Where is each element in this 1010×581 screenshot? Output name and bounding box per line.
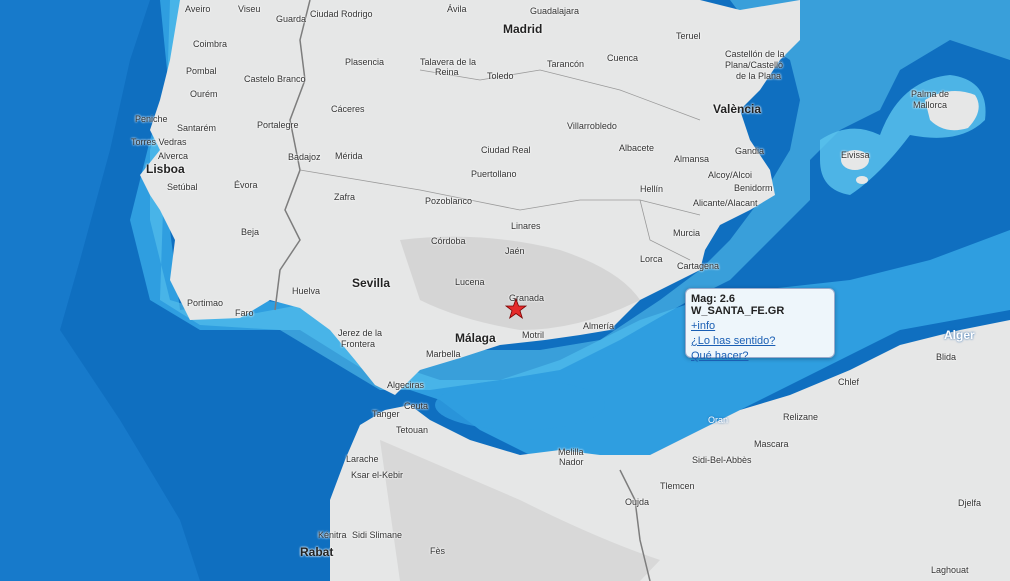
place-label: Guarda [276, 14, 307, 24]
place-label: Madrid [503, 22, 543, 36]
place-label: Kénitra [318, 530, 347, 540]
place-label: Palma de [911, 89, 950, 99]
place-label: Mérida [335, 151, 363, 161]
place-label: Setúbal [167, 182, 198, 192]
place-label: Portalegre [257, 120, 299, 130]
place-label: Ciudad Rodrigo [310, 9, 373, 19]
place-label: Badajoz [288, 152, 321, 162]
map-basemap [0, 0, 1010, 581]
place-label: Lorca [640, 254, 663, 264]
place-label: Melilla [558, 447, 584, 457]
place-label: Lisboa [146, 162, 185, 176]
place-label: Aveiro [185, 4, 211, 14]
place-label: Mallorca [913, 100, 948, 110]
place-label: Sidi Slimane [352, 530, 403, 540]
place-label: Alger [944, 328, 975, 342]
place-label: Málaga [455, 331, 496, 345]
place-label: Ávila [447, 4, 467, 14]
place-label: Oujda [625, 497, 650, 507]
place-label: Djelfa [958, 498, 982, 508]
place-label: Hellín [640, 184, 664, 194]
place-label: Ksar el-Kebir [351, 470, 404, 480]
place-label: Cáceres [331, 104, 365, 114]
place-label: Lucena [455, 277, 485, 287]
place-label: Torres Vedras [131, 137, 187, 147]
place-label: Teruel [676, 31, 701, 41]
place-label: Blida [936, 352, 957, 362]
place-label: Sevilla [352, 276, 391, 290]
place-label: Sidi-Bel-Abbès [692, 455, 752, 465]
place-label: Algeciras [387, 380, 425, 390]
place-label: Talavera de la [420, 57, 477, 67]
place-label: Oran [708, 415, 729, 425]
place-label: Larache [346, 454, 379, 464]
place-label: Almansa [674, 154, 710, 164]
place-label: Rabat [300, 545, 334, 559]
place-label: Tanger [372, 409, 400, 419]
felt-it-link[interactable]: ¿Lo has sentido? [691, 335, 829, 347]
place-label: Motril [522, 330, 544, 340]
place-label: Almería [583, 321, 615, 331]
place-label: Toledo [487, 71, 514, 81]
more-info-link[interactable]: +info [691, 320, 829, 332]
place-label: Ciudad Real [481, 145, 531, 155]
place-label: Pombal [186, 66, 217, 76]
place-label: Viseu [238, 4, 261, 14]
place-label: Fès [430, 546, 446, 556]
place-label: Reina [435, 67, 459, 77]
earthquake-epicenter-star-icon[interactable] [505, 298, 527, 320]
earthquake-popup: Mag: 2.6 W_SANTA_FE.GR +info ¿Lo has sen… [685, 288, 835, 362]
place-label: Peniche [135, 114, 168, 124]
place-label: Alicante/Alacant [693, 198, 758, 208]
place-label: Córdoba [431, 236, 466, 246]
place-label: Beja [241, 227, 260, 237]
popup-title: Mag: 2.6 W_SANTA_FE.GR [691, 293, 785, 317]
place-label: Benidorm [734, 183, 773, 193]
place-label: Tarancón [547, 59, 585, 69]
place-label: Faro [235, 308, 254, 318]
place-label: Chlef [838, 377, 860, 387]
place-label: Gandia [735, 146, 765, 156]
place-label: Frontera [341, 339, 376, 349]
place-label: Castelo Branco [244, 74, 306, 84]
place-label: Plasencia [345, 57, 385, 67]
place-label: Tetouan [396, 425, 429, 435]
place-label: Zafra [334, 192, 356, 202]
place-label: Plana/Castelló [725, 60, 784, 70]
place-label: Mascara [754, 439, 789, 449]
place-label: Nador [559, 457, 584, 467]
place-label: Cuenca [607, 53, 639, 63]
place-label: Tlemcen [660, 481, 695, 491]
place-label: Marbella [426, 349, 461, 359]
place-label: Ceuta [404, 401, 429, 411]
place-label: Relizane [783, 412, 819, 422]
place-label: Cartagena [677, 261, 720, 271]
place-label: Évora [234, 180, 258, 190]
place-label: València [713, 102, 762, 116]
place-label: Albacete [619, 143, 655, 153]
place-label: Laghouat [931, 565, 969, 575]
place-label: Murcia [673, 228, 701, 238]
place-label: Alverca [158, 151, 189, 161]
place-label: Coimbra [193, 39, 228, 49]
place-label: Jerez de la [338, 328, 383, 338]
place-label: Guadalajara [530, 6, 580, 16]
place-label: Jaén [505, 246, 525, 256]
place-label: Santarém [177, 123, 217, 133]
place-label: Pozoblanco [425, 196, 473, 206]
place-label: de la Plana [736, 71, 782, 81]
place-label: Alcoy/Alcoi [708, 170, 753, 180]
what-to-do-link[interactable]: Qué hacer? [691, 350, 829, 362]
map-canvas[interactable]: Aveiro Viseu Guarda Ciudad Rodrigo Ávila Guad… [0, 0, 1010, 581]
place-label: Puertollano [471, 169, 517, 179]
place-label: Linares [511, 221, 541, 231]
place-label: Castellón de la [725, 49, 785, 59]
place-label: Villarrobledo [567, 121, 617, 131]
place-label: Portimao [187, 298, 224, 308]
place-label: Eivissa [841, 150, 870, 160]
place-label: Ourém [190, 89, 218, 99]
place-label: Huelva [292, 286, 321, 296]
